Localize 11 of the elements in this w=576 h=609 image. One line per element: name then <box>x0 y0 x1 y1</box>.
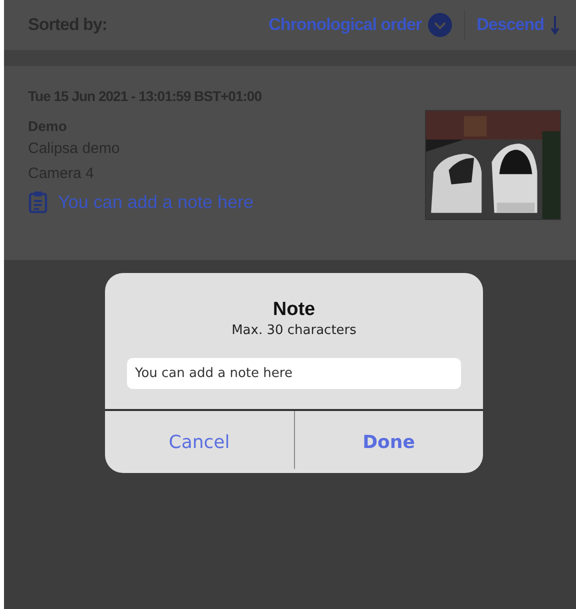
done-button[interactable]: Done <box>294 411 483 473</box>
sort-direction-button[interactable]: Descend <box>476 14 560 36</box>
arrow-down-icon <box>550 14 560 36</box>
add-note-link[interactable]: You can add a note here <box>28 190 254 214</box>
sort-order-button[interactable]: Chronological order <box>268 13 452 37</box>
dialog-title: Note <box>272 299 316 321</box>
note-field[interactable]: You can add a note here <box>127 358 461 389</box>
chevron-down-icon <box>428 13 452 37</box>
clipboard-icon <box>28 190 48 214</box>
dialog-subtitle: Max. 30 characters <box>232 323 356 338</box>
cancel-button[interactable]: Cancel <box>105 411 294 473</box>
